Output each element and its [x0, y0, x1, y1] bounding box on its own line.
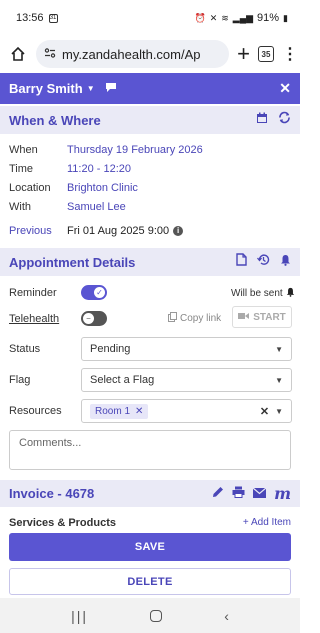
caret-down-icon[interactable]: ▼	[275, 407, 283, 416]
flag-placeholder: Select a Flag	[90, 374, 155, 386]
info-icon[interactable]: i	[173, 226, 184, 236]
mute-icon: ✕	[209, 12, 218, 23]
browser-menu-icon[interactable]: ⋮	[282, 44, 298, 64]
clear-icon[interactable]: ✕	[260, 405, 269, 418]
invoice-title: Invoice - 4678	[9, 486, 95, 501]
location-label: Location	[9, 182, 51, 194]
comments-placeholder: Comments...	[19, 437, 82, 449]
save-button[interactable]: SAVE	[9, 533, 291, 561]
copy-link-label: Copy link	[180, 313, 222, 324]
recent-apps-icon[interactable]: |||	[71, 608, 88, 624]
remove-chip-icon[interactable]: ✕	[135, 406, 143, 417]
time-value[interactable]: 11:20 - 12:20	[67, 163, 131, 175]
copy-icon	[168, 312, 177, 325]
caret-down-icon: ▼	[275, 375, 283, 385]
battery-level: 91%	[257, 12, 280, 24]
status-label: Status	[9, 343, 41, 355]
invoice-header: Invoice - 4678 m	[0, 480, 300, 507]
wifi-icon: ≋	[221, 12, 229, 23]
reminder-row: Reminder ✓	[9, 285, 107, 300]
history-icon[interactable]	[256, 253, 270, 271]
when-value[interactable]: Thursday 19 February 2026	[67, 144, 203, 156]
previous-row: Previous Fri 01 Aug 2025 9:00 i	[9, 225, 184, 237]
minus-icon: −	[83, 313, 94, 324]
battery-icon: ▮	[283, 12, 288, 23]
video-camera-icon	[238, 312, 250, 323]
with-value[interactable]: Samuel Lee	[67, 201, 126, 213]
copy-link-button[interactable]: Copy link	[168, 312, 221, 325]
pencil-icon[interactable]	[212, 485, 224, 503]
section-title: Appointment Details	[9, 254, 136, 270]
clock: 13:56	[16, 12, 44, 24]
new-tab-icon[interactable]: +	[237, 43, 250, 65]
m-logo-icon[interactable]: m	[274, 485, 291, 501]
home-icon[interactable]	[8, 44, 28, 64]
site-settings-icon[interactable]	[44, 47, 56, 62]
patient-name[interactable]: Barry Smith	[9, 81, 83, 96]
envelope-icon[interactable]	[252, 485, 267, 503]
when-row: When Thursday 19 February 2026	[9, 144, 203, 156]
tab-switcher-button[interactable]: 35	[258, 46, 274, 62]
resource-chip: Room 1 ✕	[90, 403, 149, 419]
caret-down-icon: ▼	[275, 344, 283, 354]
status-select[interactable]: Pending ▼	[81, 337, 292, 361]
status-bar: 13:56 31 ⏰ ✕ ≋ ▂▄▆ 91% ▮	[0, 0, 300, 36]
previous-label[interactable]: Previous	[9, 225, 67, 237]
system-nav-bar: ||| ‹	[0, 598, 300, 633]
telehealth-row: Telehealth −	[9, 311, 107, 326]
url-text[interactable]: my.zandahealth.com/Ap	[62, 47, 201, 62]
chat-bubble-icon[interactable]	[105, 82, 117, 96]
flag-row: Flag	[9, 374, 67, 386]
bell-icon	[286, 287, 295, 300]
refresh-icon[interactable]	[278, 111, 291, 129]
back-icon[interactable]: ‹	[224, 608, 229, 624]
address-bar[interactable]: my.zandahealth.com/Ap	[36, 40, 230, 68]
start-button[interactable]: START	[232, 306, 292, 328]
appointment-details-header: Appointment Details	[0, 248, 300, 276]
time-row: Time 11:20 - 12:20	[9, 163, 131, 175]
document-icon[interactable]	[236, 253, 247, 271]
delete-button[interactable]: DELETE	[9, 568, 291, 595]
check-icon: ✓	[94, 287, 105, 298]
close-icon[interactable]: ✕	[279, 80, 291, 97]
when-where-header: When & Where	[0, 106, 300, 134]
flag-select[interactable]: Select a Flag ▼	[81, 368, 292, 392]
will-be-sent: Will be sent	[231, 287, 295, 300]
start-label: START	[253, 311, 286, 323]
alarm-icon: ⏰	[194, 12, 206, 23]
resources-select[interactable]: Room 1 ✕ ✕ ▼	[81, 399, 292, 423]
calendar-notification-icon: 31	[48, 13, 58, 23]
signal-icon: ▂▄▆	[232, 12, 254, 23]
previous-value: Fri 01 Aug 2025 9:00	[67, 225, 170, 237]
reminder-label: Reminder	[9, 286, 57, 299]
with-label: With	[9, 201, 31, 213]
with-row: With Samuel Lee	[9, 201, 126, 213]
status-icons: ⏰ ✕ ≋ ▂▄▆ 91% ▮	[194, 12, 288, 24]
services-products-label: Services & Products	[9, 517, 116, 529]
browser-toolbar: my.zandahealth.com/Ap + 35 ⋮	[0, 36, 300, 72]
add-item-link[interactable]: + Add Item	[243, 517, 291, 528]
when-label: When	[9, 144, 38, 156]
printer-icon[interactable]	[232, 485, 245, 503]
section-title: When & Where	[9, 112, 101, 128]
comments-textarea[interactable]: Comments...	[9, 430, 291, 470]
telehealth-label[interactable]: Telehealth	[9, 313, 81, 325]
app-header: Barry Smith ▼ ✕	[0, 73, 300, 104]
flag-label: Flag	[9, 374, 31, 386]
calendar-icon[interactable]	[256, 111, 268, 129]
resource-chip-label: Room 1	[95, 405, 131, 417]
time-label: Time	[9, 163, 34, 175]
home-button-icon[interactable]	[150, 609, 163, 622]
status-value: Pending	[90, 343, 131, 355]
location-row: Location Brighton Clinic	[9, 182, 138, 194]
bell-icon[interactable]	[280, 253, 291, 271]
location-value[interactable]: Brighton Clinic	[67, 182, 138, 194]
resources-row: Resources	[9, 405, 81, 417]
chevron-down-icon[interactable]: ▼	[87, 84, 95, 93]
reminder-toggle[interactable]: ✓	[81, 285, 107, 300]
telehealth-toggle[interactable]: −	[81, 311, 107, 326]
resources-label: Resources	[9, 405, 62, 417]
status-row: Status	[9, 343, 67, 355]
will-be-sent-text: Will be sent	[231, 288, 283, 299]
